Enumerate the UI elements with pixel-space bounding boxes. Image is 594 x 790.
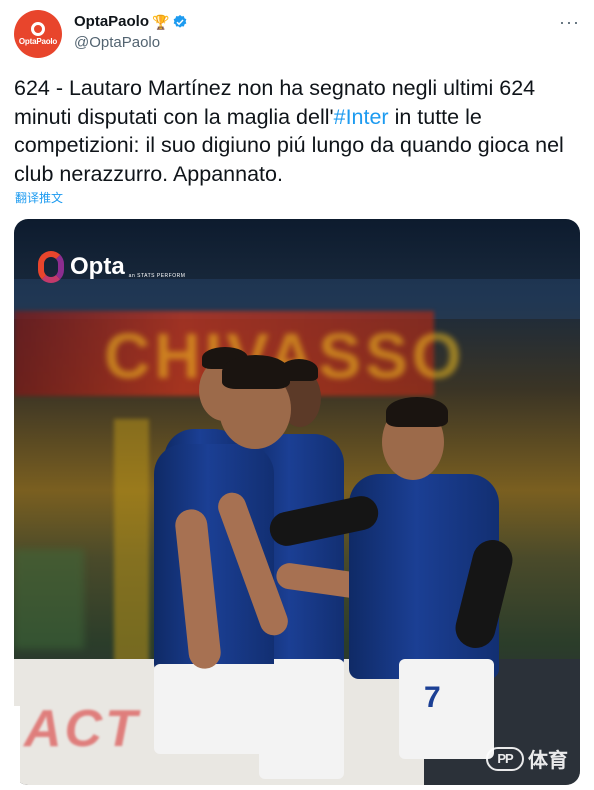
watermark-text: 体育 (528, 750, 568, 772)
author-handle[interactable]: @OptaPaolo (74, 34, 160, 51)
trophy-icon: 🏆 (152, 13, 170, 30)
display-name[interactable]: OptaPaolo (74, 13, 149, 30)
stands-banner-white (284, 279, 504, 313)
opta-logo-icon (38, 251, 64, 283)
opta-logo-word: Opta (70, 253, 125, 280)
avatar-label: OptaPaolo (18, 37, 58, 46)
background-figure (14, 549, 84, 649)
opta-logo-subtitle: an STATS PERFORM (128, 273, 186, 279)
tweet-photo[interactable]: CHIVASSO ACT Opta an STATS PERFORM 7 (14, 219, 580, 785)
opta-glyph-icon (31, 22, 45, 36)
jersey-number: 7 (424, 681, 441, 714)
translate-tweet-link[interactable]: 翻译推文 (15, 189, 63, 206)
opta-logo: Opta an STATS PERFORM (38, 251, 185, 283)
pp-logo-icon: PP (486, 746, 524, 771)
tweet-header: OptaPaolo OptaPaolo 🏆 @OptaPaolo ··· (14, 8, 580, 60)
more-options-icon[interactable]: ··· (559, 12, 580, 33)
avatar[interactable]: OptaPaolo (14, 10, 62, 58)
image-edge (0, 706, 20, 790)
advertising-text: ACT (24, 700, 140, 758)
hashtag-link[interactable]: #Inter (334, 105, 389, 129)
author-name-row: OptaPaolo 🏆 (74, 13, 188, 30)
tweet-text: 624 - Lautaro Martínez non ha segnato ne… (14, 74, 582, 188)
verified-icon (174, 14, 187, 28)
pp-sports-watermark: PP 体育 (486, 744, 568, 773)
